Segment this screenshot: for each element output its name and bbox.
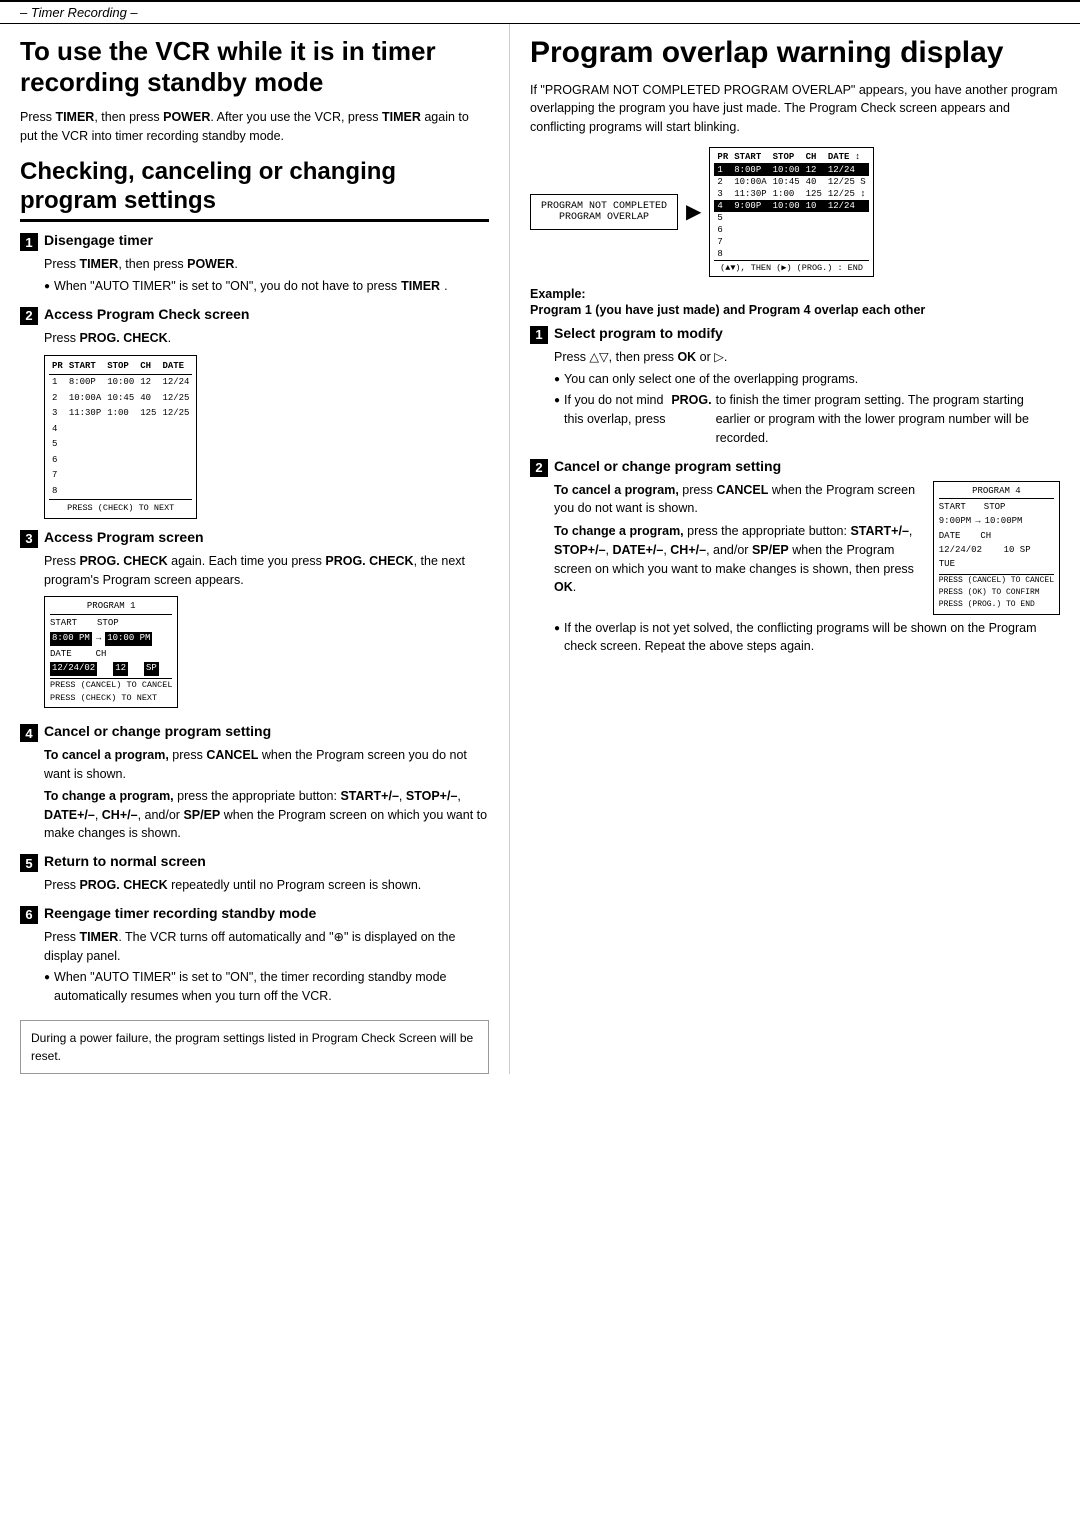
step-5-body: Press PROG. CHECK repeatedly until no Pr… xyxy=(44,876,489,895)
right-step-1-num: 1 xyxy=(530,326,548,344)
notice-text: During a power failure, the program sett… xyxy=(31,1031,473,1063)
step-1-num: 1 xyxy=(20,233,38,251)
step-2-num: 2 xyxy=(20,307,38,325)
step-5-title: Return to normal screen xyxy=(44,853,206,869)
step-2-title: Access Program Check screen xyxy=(44,306,249,322)
example-desc: Program 1 (you have just made) and Progr… xyxy=(530,303,1060,317)
right-check-screen: PR START STOP CH DATE ↕ 18:00P10:001212/… xyxy=(709,147,873,277)
right-step-2-title: Cancel or change program setting xyxy=(554,458,781,474)
overlap-msg1: PROGRAM NOT COMPLETED xyxy=(541,201,667,212)
step-5: 5 Return to normal screen Press PROG. CH… xyxy=(20,853,489,895)
top-bar: – Timer Recording – xyxy=(0,0,1080,24)
step-6-body: Press TIMER. The VCR turns off automatic… xyxy=(44,928,489,1006)
right-step-2-body: PROGRAM 4 STARTSTOP 9:00PM → 10:00PM DAT… xyxy=(554,481,1060,657)
step-1-body: Press TIMER, then press POWER. When "AUT… xyxy=(44,255,489,296)
program4-screen: PROGRAM 4 STARTSTOP 9:00PM → 10:00PM DAT… xyxy=(933,481,1060,615)
step-2: 2 Access Program Check screen Press PROG… xyxy=(20,306,489,519)
step-3-num: 3 xyxy=(20,530,38,548)
right-title: Program overlap warning display xyxy=(530,36,1060,71)
right-step-2-num: 2 xyxy=(530,459,548,477)
step-5-num: 5 xyxy=(20,854,38,872)
step-1-title: Disengage timer xyxy=(44,232,153,248)
top-bar-label: – Timer Recording – xyxy=(20,5,138,20)
right-column: Program overlap warning display If "PROG… xyxy=(510,24,1060,1074)
step-6: 6 Reengage timer recording standby mode … xyxy=(20,905,489,1006)
overlap-msg2: PROGRAM OVERLAP xyxy=(541,212,667,223)
right-step-1: 1 Select program to modify Press △▽, the… xyxy=(530,325,1060,448)
right-step-1-title: Select program to modify xyxy=(554,325,723,341)
section-title: Checking, canceling or changing program … xyxy=(20,158,489,223)
right-intro: If "PROGRAM NOT COMPLETED PROGRAM OVERLA… xyxy=(530,81,1060,137)
main-title: To use the VCR while it is in timer reco… xyxy=(20,36,489,98)
step-4-num: 4 xyxy=(20,724,38,742)
main-intro: Press TIMER, then press POWER. After you… xyxy=(20,108,489,146)
step-3-body: Press PROG. CHECK again. Each time you p… xyxy=(44,552,489,714)
check-screen-footer: PRESS (CHECK) TO NEXT xyxy=(49,499,192,515)
overlap-message-box: PROGRAM NOT COMPLETED PROGRAM OVERLAP xyxy=(530,194,678,230)
step-3: 3 Access Program screen Press PROG. CHEC… xyxy=(20,529,489,714)
step-4-title: Cancel or change program setting xyxy=(44,723,271,739)
step-4: 4 Cancel or change program setting To ca… xyxy=(20,723,489,843)
example-label: Example: xyxy=(530,287,1060,301)
step-4-body: To cancel a program, press CANCEL when t… xyxy=(44,746,489,843)
step-1: 1 Disengage timer Press TIMER, then pres… xyxy=(20,232,489,296)
right-step-1-body: Press △▽, then press OK or ▷. You can on… xyxy=(554,348,1060,448)
step-2-body: Press PROG. CHECK. PR START STOP CH DATE… xyxy=(44,329,489,519)
left-column: To use the VCR while it is in timer reco… xyxy=(20,24,510,1074)
step-6-title: Reengage timer recording standby mode xyxy=(44,905,316,921)
step-6-num: 6 xyxy=(20,906,38,924)
overlap-display: PROGRAM NOT COMPLETED PROGRAM OVERLAP ▶ … xyxy=(530,147,1060,277)
notice-box: During a power failure, the program sett… xyxy=(20,1020,489,1074)
step-3-title: Access Program screen xyxy=(44,529,204,545)
right-step-2: 2 Cancel or change program setting PROGR… xyxy=(530,458,1060,657)
overlap-arrow: ▶ xyxy=(686,199,701,224)
right-screen-footer: (▲▼), THEN (▶) (PROG.) : END xyxy=(714,260,868,273)
